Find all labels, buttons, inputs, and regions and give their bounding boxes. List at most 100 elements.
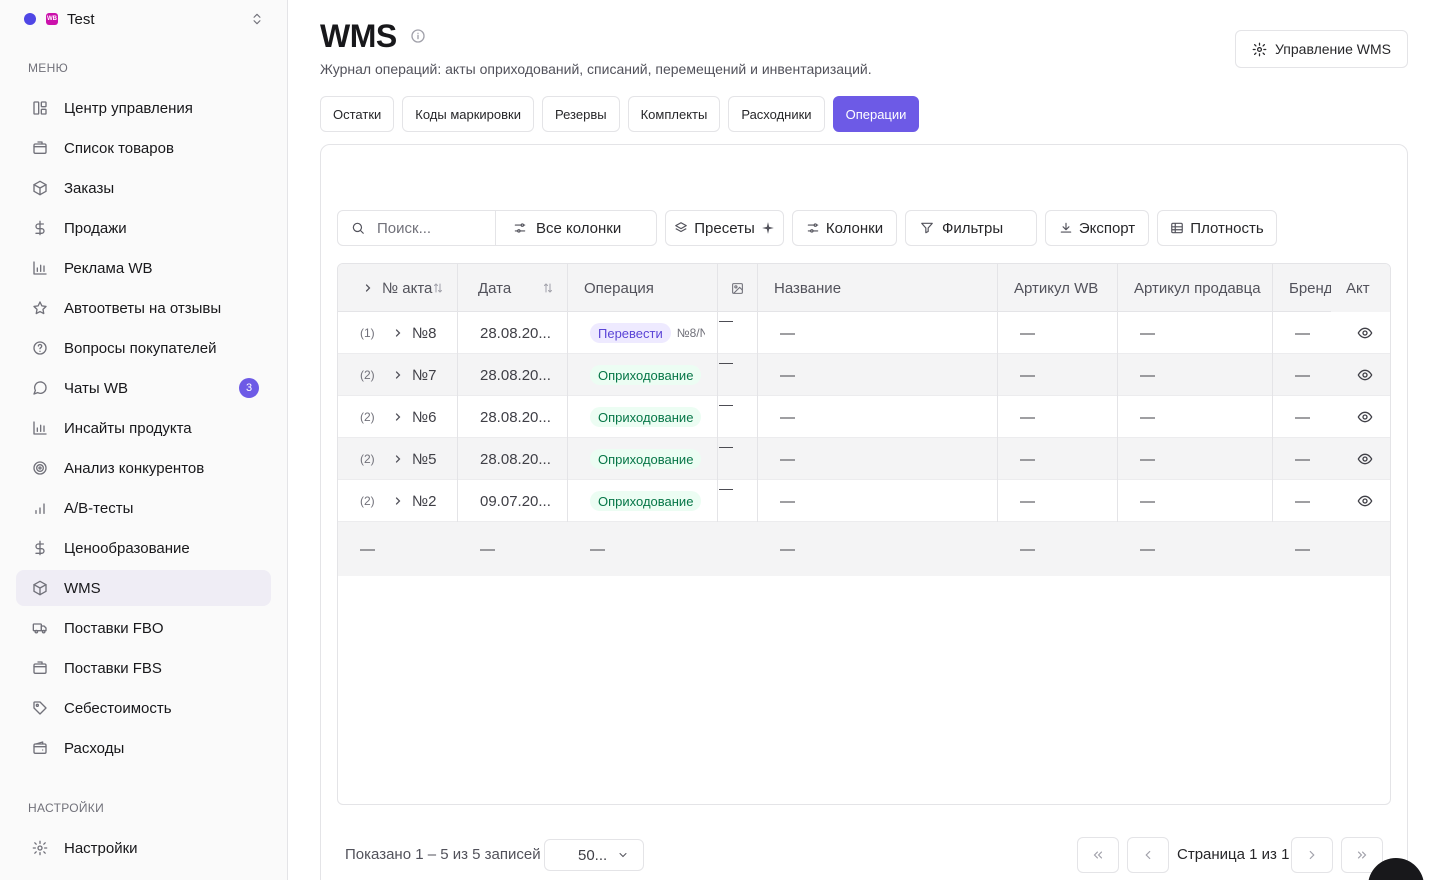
tab-reserves[interactable]: Резервы xyxy=(542,96,620,132)
view-act-button[interactable] xyxy=(1357,354,1373,396)
chevrons-right-icon xyxy=(1357,851,1367,859)
sidebar-item-ценообразование[interactable]: Ценообразование xyxy=(16,530,271,566)
article-seller: — xyxy=(1140,324,1155,342)
eye-icon xyxy=(1357,495,1373,507)
column-header-act[interactable]: № акта xyxy=(338,264,458,312)
tab-marking-codes[interactable]: Коды маркировки xyxy=(402,96,535,132)
sidebar-item-label: Себестоимость xyxy=(64,699,172,717)
expand-row-button[interactable] xyxy=(392,480,404,522)
next-page-button[interactable] xyxy=(1291,837,1333,873)
sidebar-item-чаты-wb[interactable]: Чаты WB 3 xyxy=(16,370,271,406)
act-date: 28.08.20... xyxy=(480,324,551,342)
sidebar-item-label: Ценообразование xyxy=(64,539,190,557)
column-header-image[interactable] xyxy=(718,264,758,312)
image-placeholder: — xyxy=(719,480,733,496)
act-number: №2 xyxy=(412,492,437,510)
sort-icon[interactable] xyxy=(542,282,554,294)
row-count: (2) xyxy=(360,396,375,438)
sidebar-item-список-товаров[interactable]: Список товаров xyxy=(16,130,271,166)
view-act-button[interactable] xyxy=(1357,438,1373,480)
table-row[interactable]: (1) №8 28.08.20... Перевести №8/N — — — — — xyxy=(338,312,1390,354)
sidebar-item-анализ-конкурентов[interactable]: Анализ конкурентов xyxy=(16,450,271,486)
table-row[interactable]: (2) №7 28.08.20... Оприходование — — — — — xyxy=(338,354,1390,396)
previous-page-button[interactable] xyxy=(1127,837,1169,873)
product-name: — xyxy=(780,366,795,384)
export-button[interactable]: Экспорт xyxy=(1045,210,1149,246)
expand-row-button[interactable] xyxy=(392,438,404,480)
tab-operations[interactable]: Операции xyxy=(832,96,920,132)
workspace-switcher[interactable]: WB Test xyxy=(24,8,264,30)
sidebar-item-a-b-тесты[interactable]: A/B-тесты xyxy=(16,490,271,526)
column-divider xyxy=(457,312,458,522)
tab-kits[interactable]: Комплекты xyxy=(627,96,721,132)
menu-section-label: МЕНЮ xyxy=(28,61,68,75)
table-row[interactable]: (2) №6 28.08.20... Оприходование — — — — — xyxy=(338,396,1390,438)
all-columns-select[interactable]: Все колонки xyxy=(513,220,621,237)
sidebar-item-wms[interactable]: WMS xyxy=(16,570,271,606)
sidebar-item-label: Поставки FBO xyxy=(64,619,164,637)
first-page-button[interactable] xyxy=(1077,837,1119,873)
sidebar-item-инсайты-продукта[interactable]: Инсайты продукта xyxy=(16,410,271,446)
column-header-brand[interactable]: Бренд xyxy=(1273,264,1331,312)
chevron-right-icon[interactable] xyxy=(362,282,374,294)
sidebar-item-заказы[interactable]: Заказы xyxy=(16,170,271,206)
all-columns-label: Все колонки xyxy=(536,219,622,237)
sidebar-item-поставки-fbs[interactable]: Поставки FBS xyxy=(16,650,271,686)
wb-logo-icon: WB xyxy=(46,13,58,25)
sidebar-item-label: A/B-тесты xyxy=(64,499,134,517)
manage-wms-button[interactable]: Управление WMS xyxy=(1235,30,1408,68)
column-header-article-wb[interactable]: Артикул WB xyxy=(998,264,1118,312)
column-header-akt[interactable]: Акт xyxy=(1331,264,1390,312)
column-header-operation[interactable]: Операция xyxy=(568,264,718,312)
table-row[interactable]: (2) №2 09.07.20... Оприходование — — — — — xyxy=(338,480,1390,522)
tab-stock[interactable]: Остатки xyxy=(320,96,395,132)
density-button[interactable]: Плотность xyxy=(1157,210,1277,246)
sort-icon[interactable] xyxy=(432,282,444,294)
presets-button[interactable]: Пресеты xyxy=(665,210,784,246)
view-act-button[interactable] xyxy=(1357,312,1373,354)
sidebar-item-продажи[interactable]: Продажи xyxy=(16,210,271,246)
sidebar-item-вопросы-покупателей[interactable]: Вопросы покупателей xyxy=(16,330,271,366)
act-date: 28.08.20... xyxy=(480,366,551,384)
article-wb: — xyxy=(1020,408,1035,426)
table-icon xyxy=(1171,222,1184,234)
expand-row-button[interactable] xyxy=(392,396,404,438)
page-title: WMS xyxy=(320,18,397,54)
sidebar-item-расходы[interactable]: Расходы xyxy=(16,730,271,766)
act-date: 28.08.20... xyxy=(480,450,551,468)
sidebar-item-центр-управления[interactable]: Центр управления xyxy=(16,90,271,126)
sidebar-item-автоответы-на-отзывы[interactable]: Автоответы на отзывы xyxy=(16,290,271,326)
filters-button[interactable]: Фильтры xyxy=(905,210,1037,246)
expand-row-button[interactable] xyxy=(392,312,404,354)
page-size-select[interactable]: 50... xyxy=(544,839,644,871)
tab-consumables[interactable]: Расходники xyxy=(728,96,825,132)
column-header-name[interactable]: Название xyxy=(758,264,998,312)
row-count: (2) xyxy=(360,354,375,396)
wallet-icon xyxy=(32,740,48,756)
column-header-article-seller[interactable]: Артикул продавца xyxy=(1118,264,1273,312)
sidebar-item-реклама-wb[interactable]: Реклама WB xyxy=(16,250,271,286)
column-header-date[interactable]: Дата xyxy=(458,264,568,312)
export-label: Экспорт xyxy=(1078,219,1136,237)
expand-row-button[interactable] xyxy=(392,354,404,396)
package-icon xyxy=(32,580,48,596)
column-divider xyxy=(757,312,758,522)
chevrons-up-down-icon xyxy=(253,13,261,25)
view-act-button[interactable] xyxy=(1357,396,1373,438)
eye-icon xyxy=(1357,369,1373,381)
box-icon xyxy=(32,660,48,676)
sidebar-item-settings[interactable]: Настройки xyxy=(16,830,271,866)
sidebar-item-себестоимость[interactable]: Себестоимость xyxy=(16,690,271,726)
table-row[interactable]: (2) №5 28.08.20... Оприходование — — — — — xyxy=(338,438,1390,480)
sidebar-item-label: Инсайты продукта xyxy=(64,419,192,437)
operation-cell: Оприходование xyxy=(590,396,716,438)
settings-section-label: НАСТРОЙКИ xyxy=(28,801,105,815)
operation-badge: Оприходование xyxy=(590,491,702,511)
columns-button[interactable]: Колонки xyxy=(792,210,897,246)
search-input[interactable] xyxy=(377,219,495,237)
info-icon[interactable] xyxy=(410,28,426,44)
view-act-button[interactable] xyxy=(1357,480,1373,522)
operation-reference: №8/N xyxy=(676,326,705,340)
product-name: — xyxy=(780,408,795,426)
sidebar-item-поставки-fbo[interactable]: Поставки FBO xyxy=(16,610,271,646)
